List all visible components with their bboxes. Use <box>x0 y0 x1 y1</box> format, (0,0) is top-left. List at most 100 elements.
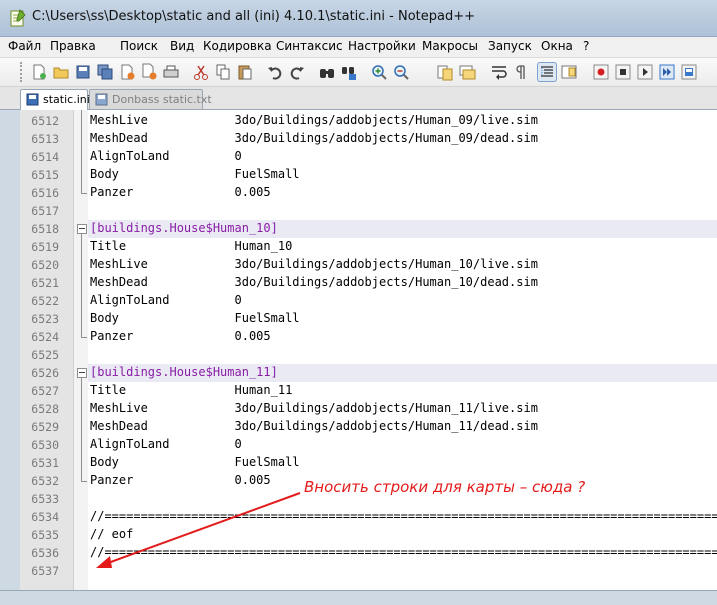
line-text: MeshDead 3do/Buildings/addobjects/Human_… <box>90 419 538 433</box>
menu-windows[interactable]: Окна <box>541 39 573 53</box>
undo-button[interactable] <box>266 63 284 81</box>
doc-map-button[interactable] <box>560 63 578 81</box>
saved-file-icon <box>26 93 39 106</box>
print-button[interactable] <box>162 63 180 81</box>
show-all-chars-button[interactable] <box>512 63 530 81</box>
fold-toggle[interactable] <box>77 368 87 378</box>
word-wrap-button[interactable] <box>490 63 508 81</box>
paste-button[interactable] <box>236 63 254 81</box>
menu-help[interactable]: ? <box>583 39 589 53</box>
menu-syntax[interactable]: Синтаксис <box>276 39 343 53</box>
editor-area[interactable]: 6512 MeshLive 3do/Buildings/addobjects/Hu… <box>20 110 717 590</box>
close-all-button[interactable] <box>140 63 158 81</box>
menu-edit[interactable]: Правка <box>50 39 96 53</box>
annotation-text: Вносить строки для карты – сюда ? <box>304 478 586 496</box>
close-button[interactable] <box>118 63 136 81</box>
menu-encoding[interactable]: Кодировка <box>203 39 272 53</box>
save-macro-button[interactable] <box>680 63 698 81</box>
indent-guide-button[interactable] <box>538 63 556 81</box>
zoom-in-button[interactable] <box>370 63 388 81</box>
line-number: 6535 <box>31 528 59 542</box>
menu-view[interactable]: Вид <box>170 39 194 53</box>
toolbar <box>0 58 717 87</box>
stop-icon <box>615 64 631 80</box>
code-line[interactable]: 6525 <box>20 346 717 364</box>
code-line[interactable]: 6513 MeshDead 3do/Buildings/addobjects/Hu… <box>20 130 717 148</box>
section-header-line[interactable]: 6526 [buildings.House$Human_11] <box>20 364 717 382</box>
code-line[interactable]: 6516 Panzer 0.005 <box>20 184 717 202</box>
line-number: 6532 <box>31 474 59 488</box>
code-line[interactable]: 6514 AlignToLand 0 <box>20 148 717 166</box>
binoculars-icon <box>320 69 334 78</box>
menu-file[interactable]: Файл <box>8 39 41 53</box>
menu-run[interactable]: Запуск <box>488 39 532 53</box>
redo-button[interactable] <box>288 63 306 81</box>
code-line[interactable]: 6520 MeshLive 3do/Buildings/addobjects/Hu… <box>20 256 717 274</box>
line-number: 6523 <box>31 312 59 326</box>
code-line[interactable]: 6537 <box>20 562 717 580</box>
line-number: 6517 <box>31 204 59 218</box>
window-left-border <box>0 87 20 590</box>
save-all-button[interactable] <box>96 63 114 81</box>
code-line[interactable]: 6517 <box>20 202 717 220</box>
code-line[interactable]: 6531 Body FuelSmall <box>20 454 717 472</box>
section-header-line[interactable]: 6518 [buildings.House$Human_10] <box>20 220 717 238</box>
find-button[interactable] <box>318 63 336 81</box>
code-line[interactable]: 6519 Title Human_10 <box>20 238 717 256</box>
line-number: 6518 <box>31 222 59 236</box>
line-number: 6536 <box>31 546 59 560</box>
record-icon <box>593 64 609 80</box>
open-file-button[interactable] <box>52 63 70 81</box>
line-text: //======================================… <box>90 545 717 559</box>
line-text: MeshDead 3do/Buildings/addobjects/Human_… <box>90 275 538 289</box>
zoom-out-button[interactable] <box>392 63 410 81</box>
fold-end-marker <box>81 337 87 338</box>
title-bar[interactable]: C:\Users\ss\Desktop\static and all (ini)… <box>0 0 717 37</box>
copy-button[interactable] <box>214 63 232 81</box>
stop-recording-button[interactable] <box>614 63 632 81</box>
line-number: 6526 <box>31 366 59 380</box>
tab-donbass-static[interactable]: Donbass static.txt <box>89 89 212 109</box>
cut-button[interactable] <box>192 63 210 81</box>
play-macro-button[interactable] <box>636 63 654 81</box>
record-macro-button[interactable] <box>592 63 610 81</box>
code-line[interactable]: 6530 AlignToLand 0 <box>20 436 717 454</box>
menu-search[interactable]: Поиск <box>120 39 158 53</box>
tab-static-ini[interactable]: static.ini <box>20 89 90 110</box>
fold-guide <box>81 110 82 193</box>
code-line[interactable]: 6534 //==================================… <box>20 508 717 526</box>
code-line[interactable]: 6536 //==================================… <box>20 544 717 562</box>
line-text: AlignToLand 0 <box>90 293 242 307</box>
sync-horizontal-button[interactable] <box>458 63 476 81</box>
menu-settings[interactable]: Настройки <box>348 39 416 53</box>
code-line[interactable]: 6528 MeshLive 3do/Buildings/addobjects/Hu… <box>20 400 717 418</box>
code-line[interactable]: 6521 MeshDead 3do/Buildings/addobjects/Hu… <box>20 274 717 292</box>
line-text: MeshLive 3do/Buildings/addobjects/Human_… <box>90 257 538 271</box>
fold-toggle[interactable] <box>77 224 87 234</box>
line-text: Panzer 0.005 <box>90 185 271 199</box>
code-line[interactable]: 6512 MeshLive 3do/Buildings/addobjects/Hu… <box>20 112 717 130</box>
line-text: [buildings.House$Human_10] <box>90 221 278 235</box>
replace-button[interactable] <box>340 63 358 81</box>
line-number: 6530 <box>31 438 59 452</box>
code-line[interactable]: 6524 Panzer 0.005 <box>20 328 717 346</box>
menu-macros[interactable]: Макросы <box>422 39 478 53</box>
code-line[interactable]: 6529 MeshDead 3do/Buildings/addobjects/Hu… <box>20 418 717 436</box>
code-line[interactable]: 6527 Title Human_11 <box>20 382 717 400</box>
fold-guide <box>81 233 82 337</box>
sync-horizontal-scroll-icon <box>459 65 476 80</box>
code-line[interactable]: 6535 // eof <box>20 526 717 544</box>
save-button[interactable] <box>74 63 92 81</box>
code-line[interactable]: 6523 Body FuelSmall <box>20 310 717 328</box>
new-file-button[interactable] <box>30 63 48 81</box>
toolbar-grip[interactable] <box>20 62 25 82</box>
save-all-icon <box>97 64 113 80</box>
fold-guide <box>81 377 82 481</box>
code-line[interactable]: 6522 AlignToLand 0 <box>20 292 717 310</box>
run-macro-multiple-button[interactable] <box>658 63 676 81</box>
line-text: // eof <box>90 527 134 541</box>
tab-label: static.ini <box>43 93 90 106</box>
zoom-out-icon <box>394 65 409 80</box>
code-line[interactable]: 6515 Body FuelSmall <box>20 166 717 184</box>
sync-vertical-button[interactable] <box>436 63 454 81</box>
